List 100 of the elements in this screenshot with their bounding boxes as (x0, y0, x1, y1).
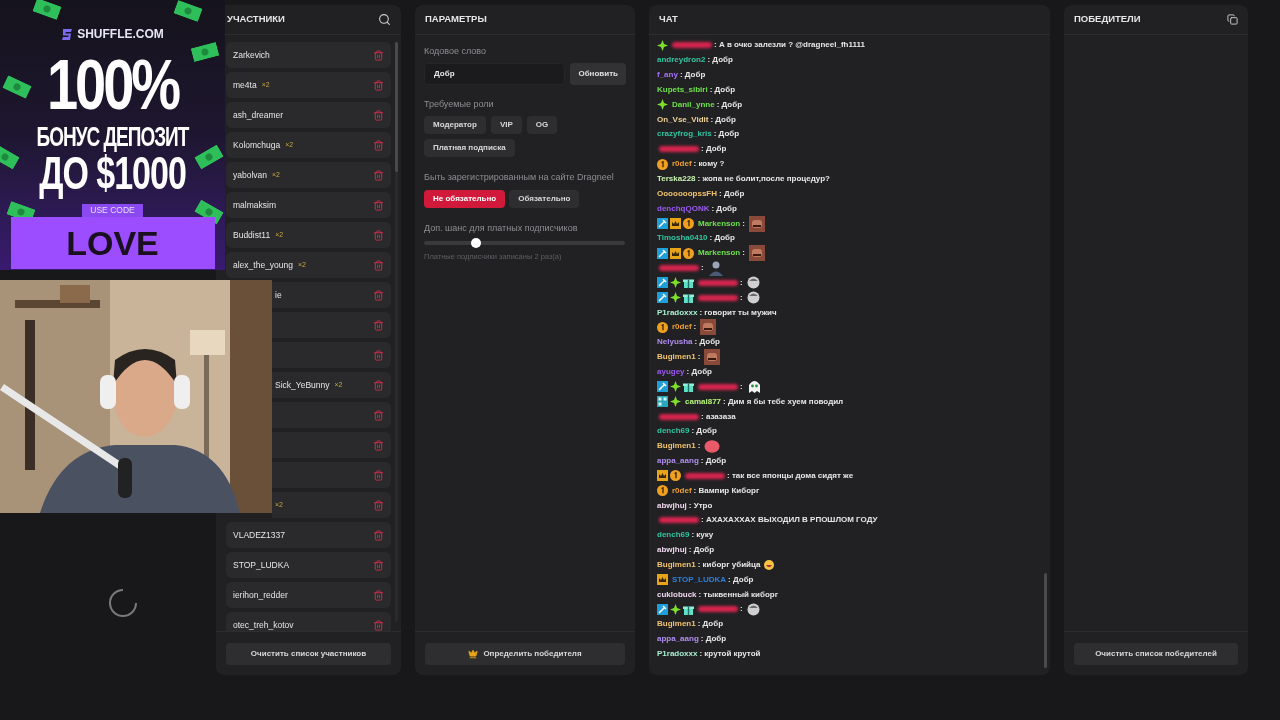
role-chip[interactable]: OG (526, 116, 558, 134)
delete-icon[interactable] (373, 169, 384, 181)
delete-icon[interactable] (373, 439, 384, 451)
participant-row[interactable]: ie (272, 282, 391, 308)
footer-button[interactable]: Очистить список участников (226, 642, 391, 665)
chat-username[interactable]: r0def (672, 158, 692, 171)
chat-message: : (740, 603, 743, 616)
chat-message: : Добр (701, 143, 727, 156)
chat-username[interactable]: r0def (672, 484, 692, 497)
copy-icon[interactable] (1227, 14, 1238, 25)
delete-icon[interactable] (373, 49, 384, 61)
chat-username[interactable]: OoooooopssFH (657, 187, 717, 200)
chat-username[interactable]: P1radoxxx (657, 648, 698, 660)
chat-username[interactable]: Bugimen1 (657, 558, 696, 571)
chat-username[interactable]: Terska228 (657, 173, 696, 185)
chat-username[interactable]: camal877 (685, 395, 722, 408)
delete-icon[interactable] (373, 559, 384, 571)
participant-name: otec_treh_kotov (233, 618, 294, 631)
chat-username[interactable]: On_Vse_Vidit (657, 113, 709, 126)
sparkle-badge-icon (657, 99, 668, 111)
chat-message: : Добр (716, 98, 743, 111)
delete-icon[interactable] (373, 589, 384, 601)
participant-row[interactable]: ierihon_redder (226, 582, 391, 608)
chat-username[interactable]: ayugey (657, 366, 685, 378)
chat-username[interactable]: P1radoxxx (657, 306, 698, 319)
participant-row[interactable]: VLADEZ1337 (226, 522, 391, 548)
chat-username[interactable]: appa_aang (657, 633, 699, 646)
delete-icon[interactable] (373, 619, 384, 631)
update-button[interactable]: Обновить (570, 62, 626, 85)
chat-message: : Дим я бы тебе хуем поводил (723, 395, 844, 408)
sword-badge-icon (657, 604, 668, 615)
role-chip[interactable]: Платная подписка (424, 139, 515, 157)
chat-message: : (693, 321, 697, 334)
crown-badge-icon (670, 218, 681, 230)
chat-username[interactable]: andreydron2 (657, 54, 706, 67)
sword-badge-icon (657, 218, 668, 230)
participant-row[interactable]: malmaksim (226, 192, 391, 218)
chat-username[interactable]: Nelyusha (657, 336, 693, 349)
delete-icon[interactable] (373, 469, 384, 481)
banknote-icon (32, 0, 62, 20)
slider-thumb[interactable] (471, 238, 482, 248)
chat-username[interactable]: Markenson (698, 247, 741, 260)
delete-icon[interactable] (373, 289, 384, 301)
chat-username[interactable]: crazyfrog_kris (657, 128, 712, 141)
delete-icon[interactable] (373, 529, 384, 541)
code-word-field[interactable]: Добр (424, 62, 566, 85)
footer-button[interactable]: Очистить список победителей (1074, 642, 1238, 665)
delete-icon[interactable] (373, 259, 384, 271)
delete-icon[interactable] (373, 349, 384, 361)
chat-message: : Добр (679, 69, 706, 82)
delete-icon[interactable] (373, 79, 384, 91)
sword-badge-icon (657, 247, 668, 259)
chat-username[interactable]: abwjhuj (657, 499, 687, 512)
option-button[interactable]: Не обязательно (424, 189, 506, 208)
participant-row[interactable]: otec_treh_kotov (226, 612, 391, 631)
chat-username[interactable]: r0def (672, 321, 692, 334)
participant-row[interactable]: STOP_LUDKA (226, 552, 391, 578)
chat-username[interactable]: Bugimen1 (657, 351, 696, 364)
panel-title: УЧАСТНИКИ (227, 12, 285, 27)
chat-username[interactable]: Bugimen1 (657, 440, 696, 453)
delete-icon[interactable] (373, 499, 384, 511)
banknote-icon (173, 0, 203, 22)
chat-message: : Добр (697, 618, 724, 631)
panel-title: ПАРАМЕТРЫ (425, 12, 487, 27)
chat-username[interactable]: Danil_ynne (672, 98, 715, 111)
footer-button[interactable]: Определить победителя (425, 642, 625, 665)
chat-username[interactable]: Markenson (698, 217, 741, 230)
field-label: Требуемые роли (424, 97, 495, 111)
chat-username[interactable]: dench69 (657, 425, 690, 438)
chat-username[interactable]: Kupets_sibiri (657, 83, 708, 96)
chat-message: : говорит ты мужич (699, 306, 777, 319)
search-icon[interactable] (378, 13, 391, 26)
delete-icon[interactable] (373, 409, 384, 421)
chat-message: : Добр (707, 54, 733, 67)
chat-message: : киборг убийца (697, 558, 761, 571)
chat-message: : Вампир Киборг (693, 484, 760, 497)
chat-username[interactable]: Bugimen1 (657, 618, 696, 631)
delete-icon[interactable] (373, 109, 384, 121)
delete-icon[interactable] (373, 199, 384, 211)
chat-username[interactable]: appa_aang (657, 455, 699, 468)
delete-icon[interactable] (373, 379, 384, 391)
chat-message: : Утро (688, 499, 713, 512)
chat-username[interactable]: cuklobuck (657, 588, 697, 601)
emote-icon (746, 603, 760, 616)
role-chip[interactable]: VIP (490, 116, 522, 134)
option-button[interactable]: Обязательно (509, 189, 580, 208)
chat-username[interactable]: STOP_LUDKA (672, 573, 727, 586)
role-chip[interactable]: Модератор (424, 116, 486, 134)
chat-username[interactable]: Timosha0410 (657, 232, 708, 245)
chat-username[interactable]: abwjhuj (657, 544, 687, 557)
participant-row[interactable]: Zarkevich (226, 42, 391, 68)
chat-message: : Добр (709, 83, 736, 96)
chat-message: : (742, 217, 745, 230)
delete-icon[interactable] (373, 319, 384, 331)
participant-row[interactable]: ash_dreamer (226, 102, 391, 128)
chat-username[interactable]: denchqQONK (657, 202, 710, 215)
chat-username[interactable]: dench69 (657, 529, 690, 542)
delete-icon[interactable] (373, 139, 384, 151)
delete-icon[interactable] (373, 229, 384, 241)
chat-username[interactable]: f_any (657, 69, 678, 82)
